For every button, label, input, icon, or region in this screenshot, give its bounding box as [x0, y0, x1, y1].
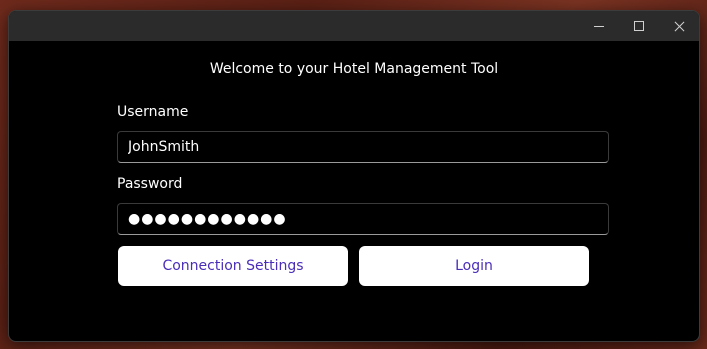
- close-button[interactable]: [659, 11, 699, 41]
- maximize-icon: [634, 21, 644, 31]
- welcome-heading: Welcome to your Hotel Management Tool: [209, 61, 499, 77]
- username-label: Username: [117, 104, 189, 120]
- close-icon: [674, 21, 685, 32]
- password-field[interactable]: [117, 203, 609, 235]
- minimize-icon: [594, 25, 604, 27]
- app-window: Welcome to your Hotel Management Tool Us…: [8, 10, 700, 342]
- login-button[interactable]: Login: [359, 246, 589, 286]
- password-label: Password: [117, 176, 183, 192]
- minimize-button[interactable]: [579, 11, 619, 41]
- username-field[interactable]: [117, 131, 609, 163]
- maximize-button[interactable]: [619, 11, 659, 41]
- connection-settings-button[interactable]: Connection Settings: [118, 246, 348, 286]
- title-bar[interactable]: [9, 11, 699, 41]
